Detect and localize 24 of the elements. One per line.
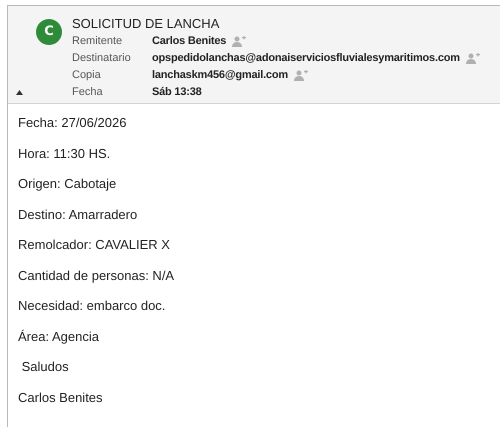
field-value[interactable]: Carlos Benites bbox=[152, 33, 226, 50]
field-value[interactable]: opspedidolanchas@adonaiserviciosfluvialesymaritimos.com bbox=[152, 50, 460, 67]
email-subject: SOLICITUD DE LANCHA bbox=[72, 15, 220, 33]
field-label: Fecha bbox=[72, 85, 104, 100]
body-line: Remolcador: CAVALIER X bbox=[18, 237, 170, 252]
body-line: Área: Agencia bbox=[18, 328, 99, 344]
field-label: Destinatario bbox=[72, 51, 132, 66]
body-line: Saludos bbox=[20, 359, 69, 374]
body-line: Destino: Amarradero bbox=[18, 206, 138, 222]
body-line: Origen: Cabotaje bbox=[18, 176, 116, 191]
body-line: Carlos Benites bbox=[18, 390, 103, 404]
body-line: Hora: 11:30 HS. bbox=[18, 146, 110, 160]
field-value[interactable]: lanchaskm456@gmail.com bbox=[152, 67, 288, 84]
add-person-icon[interactable] bbox=[232, 36, 246, 47]
body-line: Fecha: 27/06/2026 bbox=[18, 115, 126, 130]
body-line: Cantidad de personas: N/A bbox=[18, 268, 174, 282]
collapse-icon[interactable] bbox=[16, 90, 23, 95]
field-value[interactable]: Sáb 13:38 bbox=[152, 84, 202, 101]
field-label: Copia bbox=[72, 68, 102, 83]
body-line: Necesidad: embarco doc. bbox=[18, 298, 166, 313]
avatar: C bbox=[36, 19, 62, 45]
add-person-icon[interactable] bbox=[294, 70, 308, 81]
add-person-icon[interactable] bbox=[466, 53, 480, 64]
field-label: Remitente bbox=[72, 34, 124, 49]
